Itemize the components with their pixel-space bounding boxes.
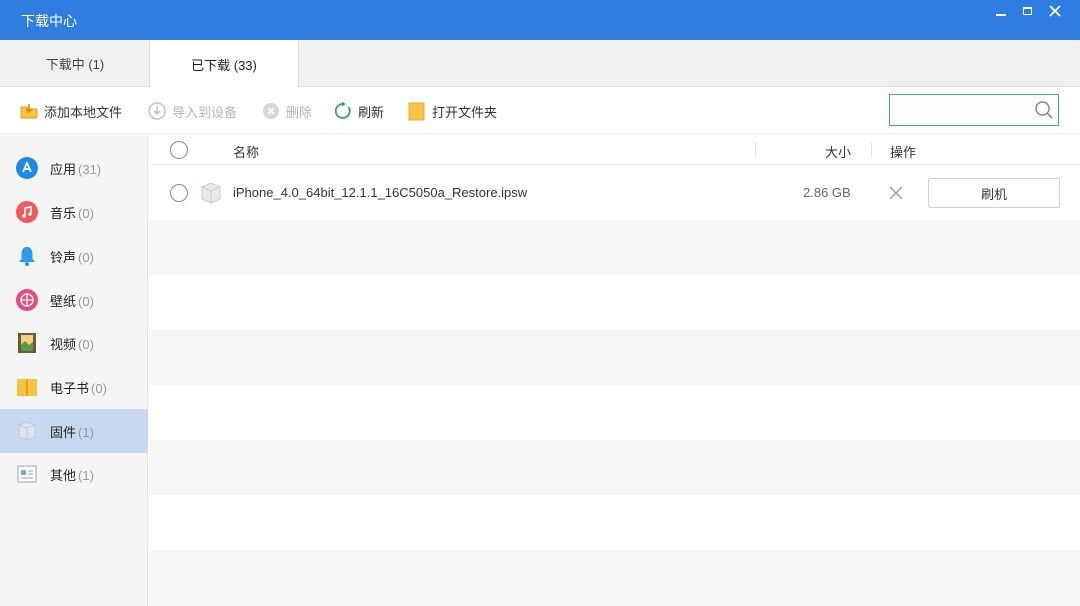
- sidebar-item-count: (31): [78, 162, 102, 177]
- sidebar-item-count: (0): [78, 294, 94, 309]
- sidebar-item-label: 壁纸: [50, 294, 77, 309]
- column-divider: [871, 142, 872, 158]
- import-to-device-label: 导入到设备: [172, 104, 238, 120]
- title-bar: 下载中心: [0, 0, 1080, 40]
- book-icon: [17, 379, 37, 396]
- sidebar-item-label: 音乐: [50, 206, 77, 221]
- sidebar-item-count: (0): [78, 250, 94, 265]
- sidebar-item-label: 铃声: [50, 250, 77, 265]
- close-icon: [1049, 5, 1061, 17]
- maximize-icon: [1022, 7, 1032, 15]
- sidebar-item-videos[interactable]: 视频 (0): [0, 321, 148, 365]
- flash-button[interactable]: 刷机: [928, 178, 1060, 208]
- sidebar-item-wallpapers[interactable]: 壁纸 (0): [0, 278, 148, 322]
- sidebar-item-label: 应用: [50, 162, 77, 177]
- sidebar-item-ringtones[interactable]: 铃声 (0): [0, 234, 148, 278]
- window-title: 下载中心: [21, 13, 77, 29]
- column-divider: [755, 142, 756, 158]
- app-store-icon: [16, 157, 38, 179]
- empty-row: [149, 275, 1080, 330]
- remove-icon[interactable]: [887, 184, 905, 202]
- add-local-file-button[interactable]: 添加本地文件: [19, 101, 122, 121]
- empty-row: [149, 220, 1080, 275]
- refresh-button[interactable]: 刷新: [333, 101, 384, 121]
- sidebar-item-label: 其他: [50, 468, 77, 483]
- open-folder-button[interactable]: 打开文件夹: [407, 101, 497, 121]
- sidebar-item-count: (1): [78, 425, 94, 440]
- bell-icon: [19, 247, 35, 266]
- sidebar-item-label: 固件: [50, 425, 77, 440]
- file-size: 2.86 GB: [803, 185, 851, 200]
- music-icon: [16, 201, 38, 223]
- column-header-action: 操作: [890, 145, 917, 160]
- package-icon: [201, 182, 221, 204]
- maximize-button[interactable]: [1012, 0, 1042, 22]
- tab-downloaded[interactable]: 已下载 (33): [149, 40, 299, 88]
- folder-icon: [408, 102, 425, 121]
- sidebar-item-count: (1): [78, 468, 94, 483]
- empty-row: [149, 440, 1080, 495]
- sidebar-item-other[interactable]: 其他 (1): [0, 452, 148, 496]
- close-button[interactable]: [1040, 0, 1070, 22]
- toolbar: 添加本地文件 导入到设备 删除 刷新 打开文件夹: [0, 88, 1080, 134]
- sidebar-item-count: (0): [78, 206, 94, 221]
- empty-row: [149, 330, 1080, 385]
- column-header-name[interactable]: 名称: [233, 142, 259, 161]
- delete-icon: [263, 103, 279, 119]
- import-device-icon: [148, 102, 166, 120]
- sidebar-item-count: (0): [91, 381, 107, 396]
- sidebar-item-count: (0): [78, 337, 94, 352]
- row-select-radio[interactable]: [170, 184, 188, 202]
- sidebar-item-label: 电子书: [50, 381, 90, 396]
- search-box: [889, 94, 1059, 126]
- folder-add-icon: [20, 104, 38, 119]
- sidebar-item-label: 视频: [50, 337, 77, 352]
- video-icon: [18, 333, 36, 353]
- list-header: 名称 大小 操作: [149, 135, 1080, 165]
- other-file-icon: [17, 465, 37, 483]
- firmware-icon: [18, 421, 36, 441]
- open-folder-label: 打开文件夹: [432, 104, 498, 120]
- category-sidebar: 应用 (31) 音乐 (0) 铃声 (0) 壁纸 (0) 视频 (0) 电子书 …: [0, 135, 148, 606]
- delete-label: 删除: [286, 104, 313, 120]
- search-icon[interactable]: [1034, 100, 1054, 120]
- wallpaper-icon: [16, 289, 38, 311]
- refresh-icon: [334, 101, 351, 119]
- table-row[interactable]: iPhone_4.0_64bit_12.1.1_16C5050a_Restore…: [149, 166, 1080, 220]
- empty-row: [149, 495, 1080, 550]
- tab-bar: 下载中 (1) 已下载 (33): [0, 40, 1080, 88]
- import-to-device-button[interactable]: 导入到设备: [147, 101, 237, 121]
- minimize-icon: [996, 14, 1006, 16]
- sidebar-item-apps[interactable]: 应用 (31): [0, 146, 148, 190]
- column-header-size[interactable]: 大小: [825, 142, 851, 161]
- refresh-label: 刷新: [358, 104, 385, 120]
- sidebar-item-music[interactable]: 音乐 (0): [0, 190, 148, 234]
- file-list: 名称 大小 操作 iPhone_4.0_64bit_12.1.1_16C5050…: [149, 135, 1080, 606]
- add-local-file-label: 添加本地文件: [44, 104, 123, 120]
- sidebar-item-firmware[interactable]: 固件 (1): [0, 409, 148, 453]
- tab-downloading[interactable]: 下载中 (1): [0, 40, 150, 87]
- empty-row: [149, 550, 1080, 606]
- select-all-radio[interactable]: [170, 141, 188, 159]
- empty-row: [149, 385, 1080, 440]
- delete-button[interactable]: 删除: [261, 101, 312, 121]
- file-name: iPhone_4.0_64bit_12.1.1_16C5050a_Restore…: [233, 185, 528, 200]
- sidebar-item-ebooks[interactable]: 电子书 (0): [0, 365, 148, 409]
- search-input[interactable]: [896, 99, 1026, 121]
